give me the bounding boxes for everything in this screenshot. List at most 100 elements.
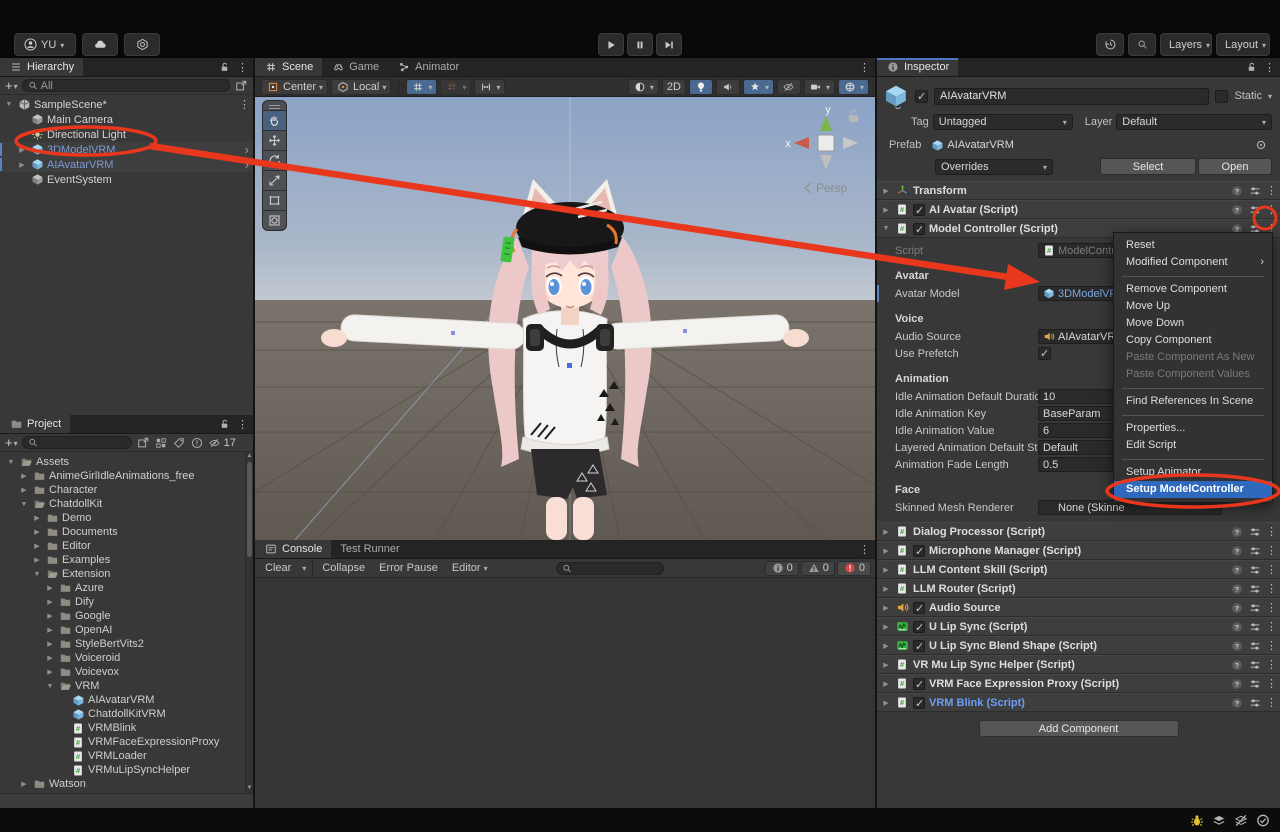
kebab-icon[interactable]: [1264, 61, 1274, 74]
editor-dropdown[interactable]: Editor: [446, 561, 494, 576]
kebab-icon[interactable]: [1266, 563, 1276, 576]
project-item[interactable]: Extension: [2, 567, 253, 581]
expander-icon[interactable]: [19, 472, 29, 480]
project-item[interactable]: # VRMuLipSyncHelper: [2, 763, 253, 777]
effects-dropdown[interactable]: [742, 78, 774, 95]
context-menu-item[interactable]: Find References In Scene: [1114, 393, 1272, 410]
tab-scene[interactable]: Scene: [255, 58, 323, 76]
context-menu-item[interactable]: Setup ModelController: [1114, 481, 1272, 498]
project-item[interactable]: Character: [2, 483, 253, 497]
account-button[interactable]: YU: [14, 33, 76, 56]
tab-hierarchy[interactable]: Hierarchy: [0, 58, 84, 76]
hierarchy-item[interactable]: EventSystem: [0, 172, 253, 187]
expander-icon[interactable]: [881, 585, 891, 593]
move-tool[interactable]: [263, 130, 286, 150]
add-asset-button[interactable]: [5, 436, 18, 449]
expander-icon[interactable]: [6, 459, 16, 466]
kebab-icon[interactable]: [1266, 620, 1276, 633]
prefab-open-arrow[interactable]: [245, 158, 249, 171]
inspector-component-header[interactable]: # AI Avatar (Script) ?: [877, 200, 1280, 219]
project-item[interactable]: # VRMLoader: [2, 749, 253, 763]
kebab-icon[interactable]: [1266, 582, 1276, 595]
help-icon[interactable]: ?: [1230, 564, 1244, 576]
step-button[interactable]: [656, 33, 682, 56]
expander-icon[interactable]: [32, 571, 42, 578]
expander-icon[interactable]: [881, 187, 891, 195]
expander-icon[interactable]: [32, 542, 42, 550]
open-button[interactable]: Open: [1198, 158, 1272, 175]
inspector-component-header[interactable]: U Lip Sync (Script) ?: [877, 617, 1280, 636]
hierarchy-item[interactable]: AIAvatarVRM: [0, 157, 253, 172]
kebab-icon[interactable]: [859, 61, 869, 74]
expander-icon[interactable]: [881, 680, 891, 688]
tag-dropdown[interactable]: Untagged: [932, 114, 1073, 130]
project-item[interactable]: AIAvatarVRM: [2, 693, 253, 707]
snap-increment-toggle[interactable]: [474, 78, 506, 95]
tab-animator[interactable]: Animator: [388, 58, 468, 76]
preset-icon[interactable]: [1248, 583, 1262, 595]
tab-test-runner[interactable]: Test Runner: [331, 540, 408, 558]
debugger-icon[interactable]: [1190, 813, 1204, 827]
rect-tool[interactable]: [263, 190, 286, 210]
audio-toggle[interactable]: [715, 78, 740, 95]
kebab-icon[interactable]: [237, 418, 247, 431]
context-menu-item[interactable]: Remove Component: [1114, 281, 1272, 298]
expander-icon[interactable]: [45, 668, 55, 676]
search-by-type-icon[interactable]: [154, 436, 168, 450]
select-button[interactable]: Select: [1100, 158, 1196, 175]
hierarchy-item[interactable]: 3DModelVRM: [0, 142, 253, 157]
inspector-component-header[interactable]: # VR Mu Lip Sync Helper (Script) ?: [877, 655, 1280, 674]
expander-icon[interactable]: [45, 640, 55, 648]
help-icon[interactable]: ?: [1230, 204, 1244, 216]
tab-console[interactable]: Console: [255, 540, 332, 558]
collapse-button[interactable]: Collapse: [316, 561, 371, 576]
tab-project[interactable]: Project: [0, 415, 71, 433]
field-checkbox[interactable]: [1038, 347, 1051, 360]
preset-icon[interactable]: [1248, 640, 1262, 652]
info-count-badge[interactable]: 0: [764, 560, 799, 576]
expander-icon[interactable]: [17, 146, 27, 154]
expander-icon[interactable]: [45, 584, 55, 592]
help-icon[interactable]: ?: [1230, 602, 1244, 614]
layers-stack-icon[interactable]: [1212, 813, 1226, 827]
project-item[interactable]: Voiceroid: [2, 651, 253, 665]
pause-button[interactable]: [627, 33, 653, 56]
project-item[interactable]: Demo: [2, 511, 253, 525]
inspector-component-header[interactable]: # VRM Blink (Script) ?: [877, 693, 1280, 712]
preset-icon[interactable]: [1248, 602, 1262, 614]
expander-icon[interactable]: [881, 206, 891, 214]
gameobject-name-field[interactable]: AIAvatarVRM: [934, 87, 1210, 105]
rotate-tool[interactable]: [263, 150, 286, 170]
preset-icon[interactable]: [1248, 697, 1262, 709]
project-item[interactable]: ChatdollKitVRM: [2, 707, 253, 721]
component-enabled-checkbox[interactable]: [913, 677, 925, 691]
overrides-dropdown[interactable]: Overrides: [935, 158, 1053, 175]
overlay-drag-handle[interactable]: [263, 101, 286, 110]
console-log-area[interactable]: [255, 578, 875, 808]
component-enabled-checkbox[interactable]: [913, 222, 925, 236]
layer-dropdown[interactable]: Default: [1116, 114, 1272, 130]
project-item[interactable]: Watson: [2, 777, 253, 791]
expander-icon[interactable]: [4, 101, 14, 108]
context-menu-item[interactable]: Properties...: [1114, 420, 1272, 437]
preset-icon[interactable]: [1248, 526, 1262, 538]
expander-icon[interactable]: [45, 612, 55, 620]
project-item[interactable]: Azure: [2, 581, 253, 595]
project-item[interactable]: Examples: [2, 553, 253, 567]
hierarchy-search-input[interactable]: All: [21, 79, 230, 92]
expander-icon[interactable]: [881, 699, 891, 707]
context-menu-item[interactable]: Paste Component Values: [1114, 366, 1272, 383]
clear-button[interactable]: Clear: [259, 561, 297, 576]
error-count-badge[interactable]: 0: [836, 560, 871, 576]
help-icon[interactable]: ?: [1230, 678, 1244, 690]
play-button[interactable]: [598, 33, 624, 56]
active-checkbox[interactable]: [915, 89, 928, 103]
hand-tool[interactable]: [263, 110, 286, 130]
popout-icon[interactable]: [136, 436, 150, 450]
context-menu-item[interactable]: Reset: [1114, 237, 1272, 254]
inspector-component-header[interactable]: # Microphone Manager (Script) ?: [877, 541, 1280, 560]
context-menu-item[interactable]: Edit Script: [1114, 437, 1272, 454]
kebab-icon[interactable]: [1266, 639, 1276, 652]
layers-dropdown[interactable]: Layers: [1160, 33, 1212, 56]
project-item[interactable]: # VRMBlink: [2, 721, 253, 735]
